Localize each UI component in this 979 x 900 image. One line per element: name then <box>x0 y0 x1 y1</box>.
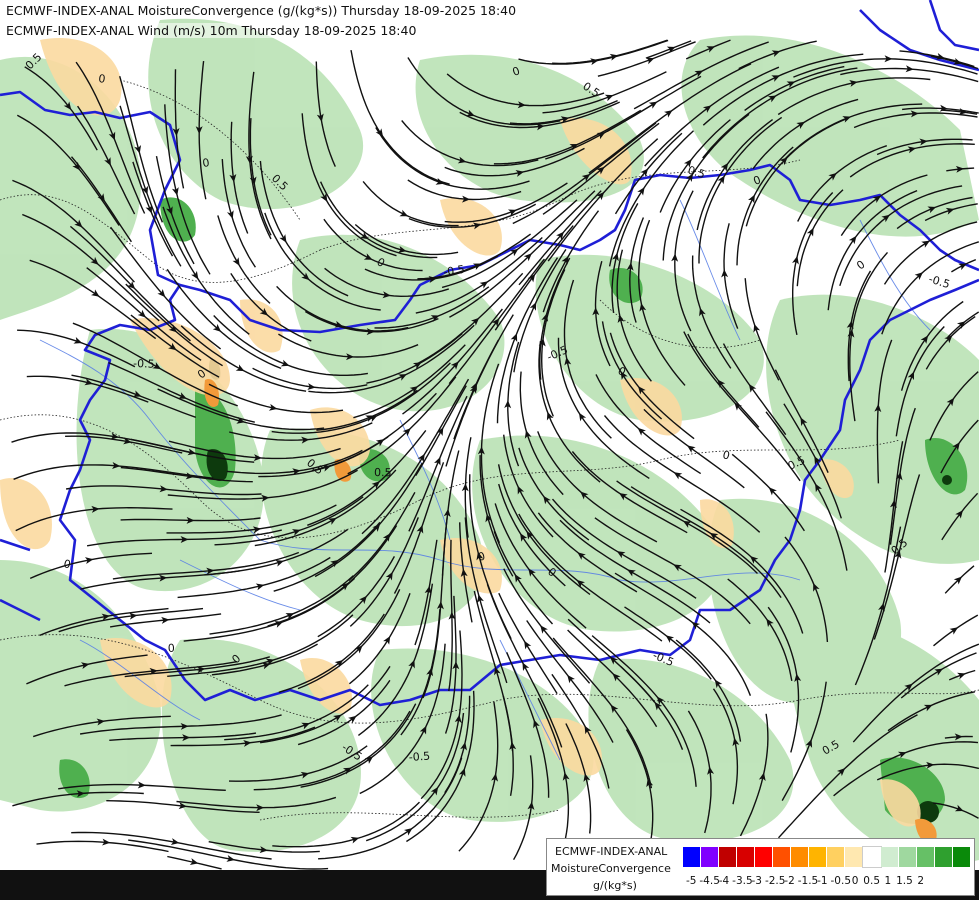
legend-tick: -1 <box>817 875 828 887</box>
weather-map[interactable]: 0.5 0 0 -0.5 0 0.5 0 -0.5 0 0.5 0 -0.5 0.5 0 -0.5 0.5 0 0… <box>0 0 979 900</box>
legend-swatch <box>881 847 899 867</box>
legend-swatch <box>917 847 935 867</box>
legend-swatch <box>701 847 719 867</box>
legend-tick: -4.5 <box>699 875 720 887</box>
legend-swatch <box>719 847 737 867</box>
legend-tick-labels: -5 -4.5 -4 -3.5 -3 -2.5 -2 -1.5 -1 -0.5 0 0.5 1 1.5 2 <box>683 875 929 889</box>
legend-swatch <box>773 847 791 867</box>
legend-tick: -3.5 <box>732 875 753 887</box>
legend-swatch <box>737 847 755 867</box>
legend-unit: g/(kg*s) <box>593 879 637 892</box>
legend-tick: 1.5 <box>896 875 913 887</box>
legend-swatch <box>809 847 827 867</box>
contour-label: -0.5 <box>408 750 430 764</box>
legend-swatch <box>845 847 863 867</box>
legend-swatch <box>791 847 809 867</box>
legend-tick: 2 <box>917 875 924 887</box>
legend-tick: -3 <box>751 875 762 887</box>
legend-swatch <box>683 847 701 867</box>
legend-tick: -0.5 <box>830 875 852 887</box>
legend-swatch <box>953 847 971 867</box>
legend-tick: -4 <box>718 875 730 887</box>
legend-swatch <box>755 847 773 867</box>
legend-swatch <box>935 847 953 867</box>
color-legend: ECMWF-INDEX-ANAL MoistureConvergence g/(… <box>546 838 975 896</box>
legend-tick: -2 <box>784 875 795 887</box>
legend-tick: 0 <box>851 875 859 887</box>
legend-swatch <box>899 847 917 867</box>
legend-tick: -1.5 <box>797 875 819 887</box>
legend-tick: 0.5 <box>863 875 880 887</box>
contour-label: -0.5 <box>133 357 155 371</box>
legend-tick: 1 <box>884 875 892 887</box>
legend-color-scale <box>683 846 971 868</box>
legend-tick: -5 <box>685 875 697 887</box>
legend-source: ECMWF-INDEX-ANAL <box>555 845 668 858</box>
legend-variable: MoistureConvergence <box>551 862 671 875</box>
map-title-wind: ECMWF-INDEX-ANAL Wind (m/s) 10m Thursday… <box>4 23 419 38</box>
legend-swatch <box>862 846 882 868</box>
map-canvas: 0.500-0.500.50-0.500.50-0.50.50-0.50.500… <box>0 0 979 900</box>
legend-swatch <box>827 847 845 867</box>
contour-label: 0.5 <box>374 466 392 479</box>
contour-label: 0 <box>167 642 175 655</box>
map-title-moisture: ECMWF-INDEX-ANAL MoistureConvergence (g/… <box>4 3 519 18</box>
legend-tick: -2.5 <box>764 875 786 887</box>
